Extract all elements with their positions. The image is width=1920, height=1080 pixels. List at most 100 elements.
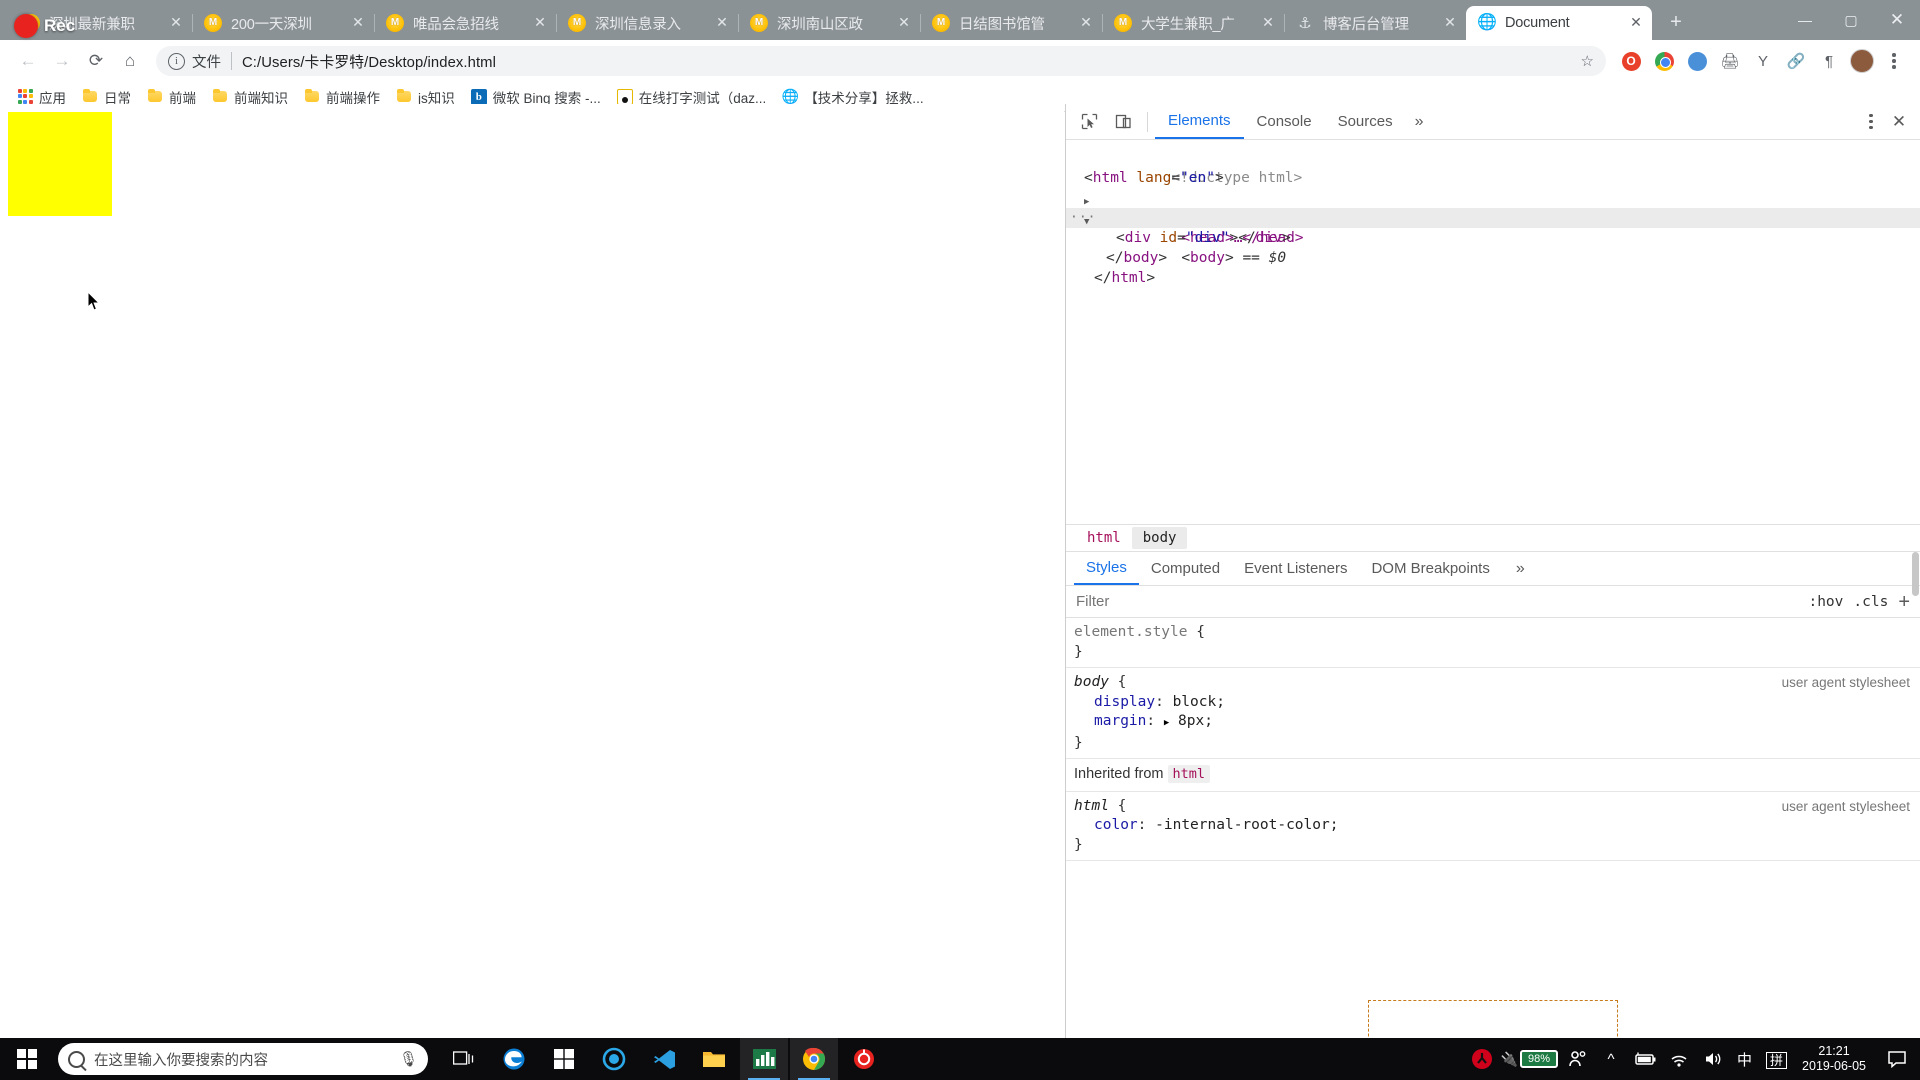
battery-status[interactable]: 🔌 98%	[1501, 1050, 1559, 1068]
browser-tab[interactable]: 深圳最新兼职 ✕	[10, 6, 192, 40]
opera-icon[interactable]	[1616, 46, 1646, 76]
wifi-icon[interactable]	[1664, 1038, 1694, 1080]
dom-line-doctype[interactable]: <!doctype html>	[1066, 148, 1920, 186]
chrome-icon[interactable]	[790, 1038, 838, 1080]
devtools-settings-button[interactable]	[1858, 108, 1884, 136]
more-styles-tabs-icon[interactable]: »	[1508, 560, 1533, 578]
cls-toggle[interactable]: .cls	[1853, 594, 1888, 610]
dom-line-html[interactable]: <html lang="en">	[1066, 168, 1920, 188]
blue-circle-icon[interactable]	[1682, 46, 1712, 76]
forward-button[interactable]: →	[46, 45, 78, 77]
close-icon[interactable]: ✕	[1440, 13, 1460, 33]
battery-icon[interactable]	[1630, 1038, 1660, 1080]
edge-icon[interactable]	[490, 1038, 538, 1080]
css-property-value[interactable]: -internal-root-color;	[1155, 817, 1338, 833]
close-icon[interactable]: ✕	[1076, 13, 1096, 33]
close-icon[interactable]: ✕	[1626, 13, 1646, 33]
yellow-div-element[interactable]	[8, 112, 112, 216]
people-icon[interactable]	[1562, 1038, 1592, 1080]
cortana-icon[interactable]	[590, 1038, 638, 1080]
new-style-rule-button[interactable]: +	[1898, 592, 1910, 612]
device-toolbar-icon[interactable]	[1106, 108, 1140, 136]
browser-tab[interactable]: 唯品会急招线 ✕	[374, 6, 556, 40]
css-property-name[interactable]: display	[1074, 694, 1155, 710]
css-property-value[interactable]: 8px;	[1178, 713, 1213, 729]
dom-line-body-close[interactable]: </body>	[1066, 248, 1920, 268]
recorder-icon[interactable]	[840, 1038, 888, 1080]
address-bar[interactable]: i 文件 C:/Users/卡卡罗特/Desktop/index.html ☆	[156, 46, 1606, 76]
tab-elements[interactable]: Elements	[1155, 104, 1244, 139]
hov-toggle[interactable]: :hov	[1808, 594, 1843, 610]
tab-dom-breakpoints[interactable]: DOM Breakpoints	[1359, 552, 1501, 585]
tab-computed[interactable]: Computed	[1139, 552, 1232, 585]
avatar[interactable]	[1847, 46, 1877, 76]
window-close-button[interactable]: ✕	[1874, 0, 1920, 40]
ime-mode-indicator[interactable]: 中	[1732, 1049, 1757, 1070]
dom-line-head[interactable]: ▶ <head>…</head>	[1066, 188, 1920, 246]
browser-tab[interactable]: 200一天深圳 ✕	[192, 6, 374, 40]
y-icon[interactable]: Y	[1748, 46, 1778, 76]
close-icon[interactable]: ✕	[894, 13, 914, 33]
styles-scrollbar[interactable]	[1912, 552, 1919, 596]
tab-console[interactable]: Console	[1244, 104, 1325, 139]
chrome-extension-icon[interactable]	[1649, 46, 1679, 76]
new-tab-button[interactable]: +	[1659, 7, 1693, 37]
tab-styles[interactable]: Styles	[1074, 552, 1139, 585]
microsoft-store-icon[interactable]	[540, 1038, 588, 1080]
taskbar-clock[interactable]: 21:21 2019-06-05	[1796, 1044, 1876, 1074]
pilcrow-icon[interactable]: ¶	[1814, 46, 1844, 76]
dom-line-div[interactable]: <div id="div"></div>	[1066, 228, 1920, 248]
style-rule-element[interactable]: element.style { }	[1066, 618, 1920, 668]
styles-filter-input[interactable]	[1076, 593, 1799, 610]
task-view-icon[interactable]	[440, 1038, 488, 1080]
close-icon[interactable]: ✕	[166, 13, 186, 33]
browser-tab[interactable]: 大学生兼职_广 ✕	[1102, 6, 1284, 40]
link-icon[interactable]: 🔗	[1781, 46, 1811, 76]
minimize-button[interactable]: —	[1782, 0, 1828, 40]
chart-app-icon[interactable]	[740, 1038, 788, 1080]
browser-tab[interactable]: 深圳信息录入 ✕	[556, 6, 738, 40]
breadcrumb-html[interactable]: html	[1076, 527, 1132, 549]
info-icon[interactable]: i	[168, 52, 185, 70]
reload-button[interactable]: ⟳	[80, 45, 112, 77]
browser-tab[interactable]: ⚓ 博客后台管理 ✕	[1284, 6, 1466, 40]
start-button[interactable]	[0, 1038, 54, 1080]
red-shield-icon[interactable]	[1467, 1038, 1497, 1080]
style-rule-html[interactable]: user agent stylesheet html { color: -int…	[1066, 792, 1920, 861]
devtools-close-button[interactable]: ✕	[1884, 108, 1914, 136]
style-rule-body[interactable]: user agent stylesheet body { display: bl…	[1066, 668, 1920, 759]
browser-tab[interactable]: 深圳南山区政 ✕	[738, 6, 920, 40]
chevron-up-icon[interactable]: ^	[1596, 1038, 1626, 1080]
more-tabs-icon[interactable]: »	[1406, 113, 1433, 131]
microphone-icon[interactable]: 🎙	[399, 1050, 418, 1068]
tab-event-listeners[interactable]: Event Listeners	[1232, 552, 1359, 585]
taskbar-search-box[interactable]: 在这里输入你要搜索的内容 🎙	[58, 1043, 428, 1075]
dom-line-html-close[interactable]: </html>	[1066, 268, 1920, 288]
close-icon[interactable]: ✕	[530, 13, 550, 33]
browser-tab-active[interactable]: 🌐 Document ✕	[1466, 6, 1652, 40]
notification-icon[interactable]	[1880, 1038, 1914, 1080]
maximize-button[interactable]: ▢	[1828, 0, 1874, 40]
bookmark-star-icon[interactable]: ☆	[1581, 52, 1594, 70]
css-property-name[interactable]: color	[1074, 817, 1138, 833]
close-icon[interactable]: ✕	[1258, 13, 1278, 33]
dom-line-body[interactable]: ··· ▼ <body> == $0	[1066, 208, 1920, 266]
browser-tab[interactable]: 日结图书馆管 ✕	[920, 6, 1102, 40]
back-button[interactable]: ←	[12, 45, 44, 77]
close-icon[interactable]: ✕	[712, 13, 732, 33]
file-explorer-icon[interactable]	[690, 1038, 738, 1080]
ime-pinyin-indicator[interactable]: 拼	[1761, 1050, 1792, 1069]
breadcrumb-body[interactable]: body	[1131, 527, 1188, 549]
printer-icon[interactable]: 🖨	[1715, 46, 1745, 76]
css-property-name[interactable]: margin	[1074, 713, 1146, 729]
volume-icon[interactable]	[1698, 1038, 1728, 1080]
inherited-from-tag[interactable]: html	[1167, 765, 1211, 783]
close-icon[interactable]: ✕	[348, 13, 368, 33]
css-property-value[interactable]: block;	[1173, 694, 1225, 710]
expand-triangle-icon[interactable]: ▶	[1164, 718, 1169, 728]
home-button[interactable]: ⌂	[114, 45, 146, 77]
vscode-icon[interactable]	[640, 1038, 688, 1080]
inspect-cursor-icon[interactable]	[1072, 108, 1106, 136]
chrome-menu-button[interactable]	[1880, 46, 1908, 76]
tab-sources[interactable]: Sources	[1325, 104, 1406, 139]
